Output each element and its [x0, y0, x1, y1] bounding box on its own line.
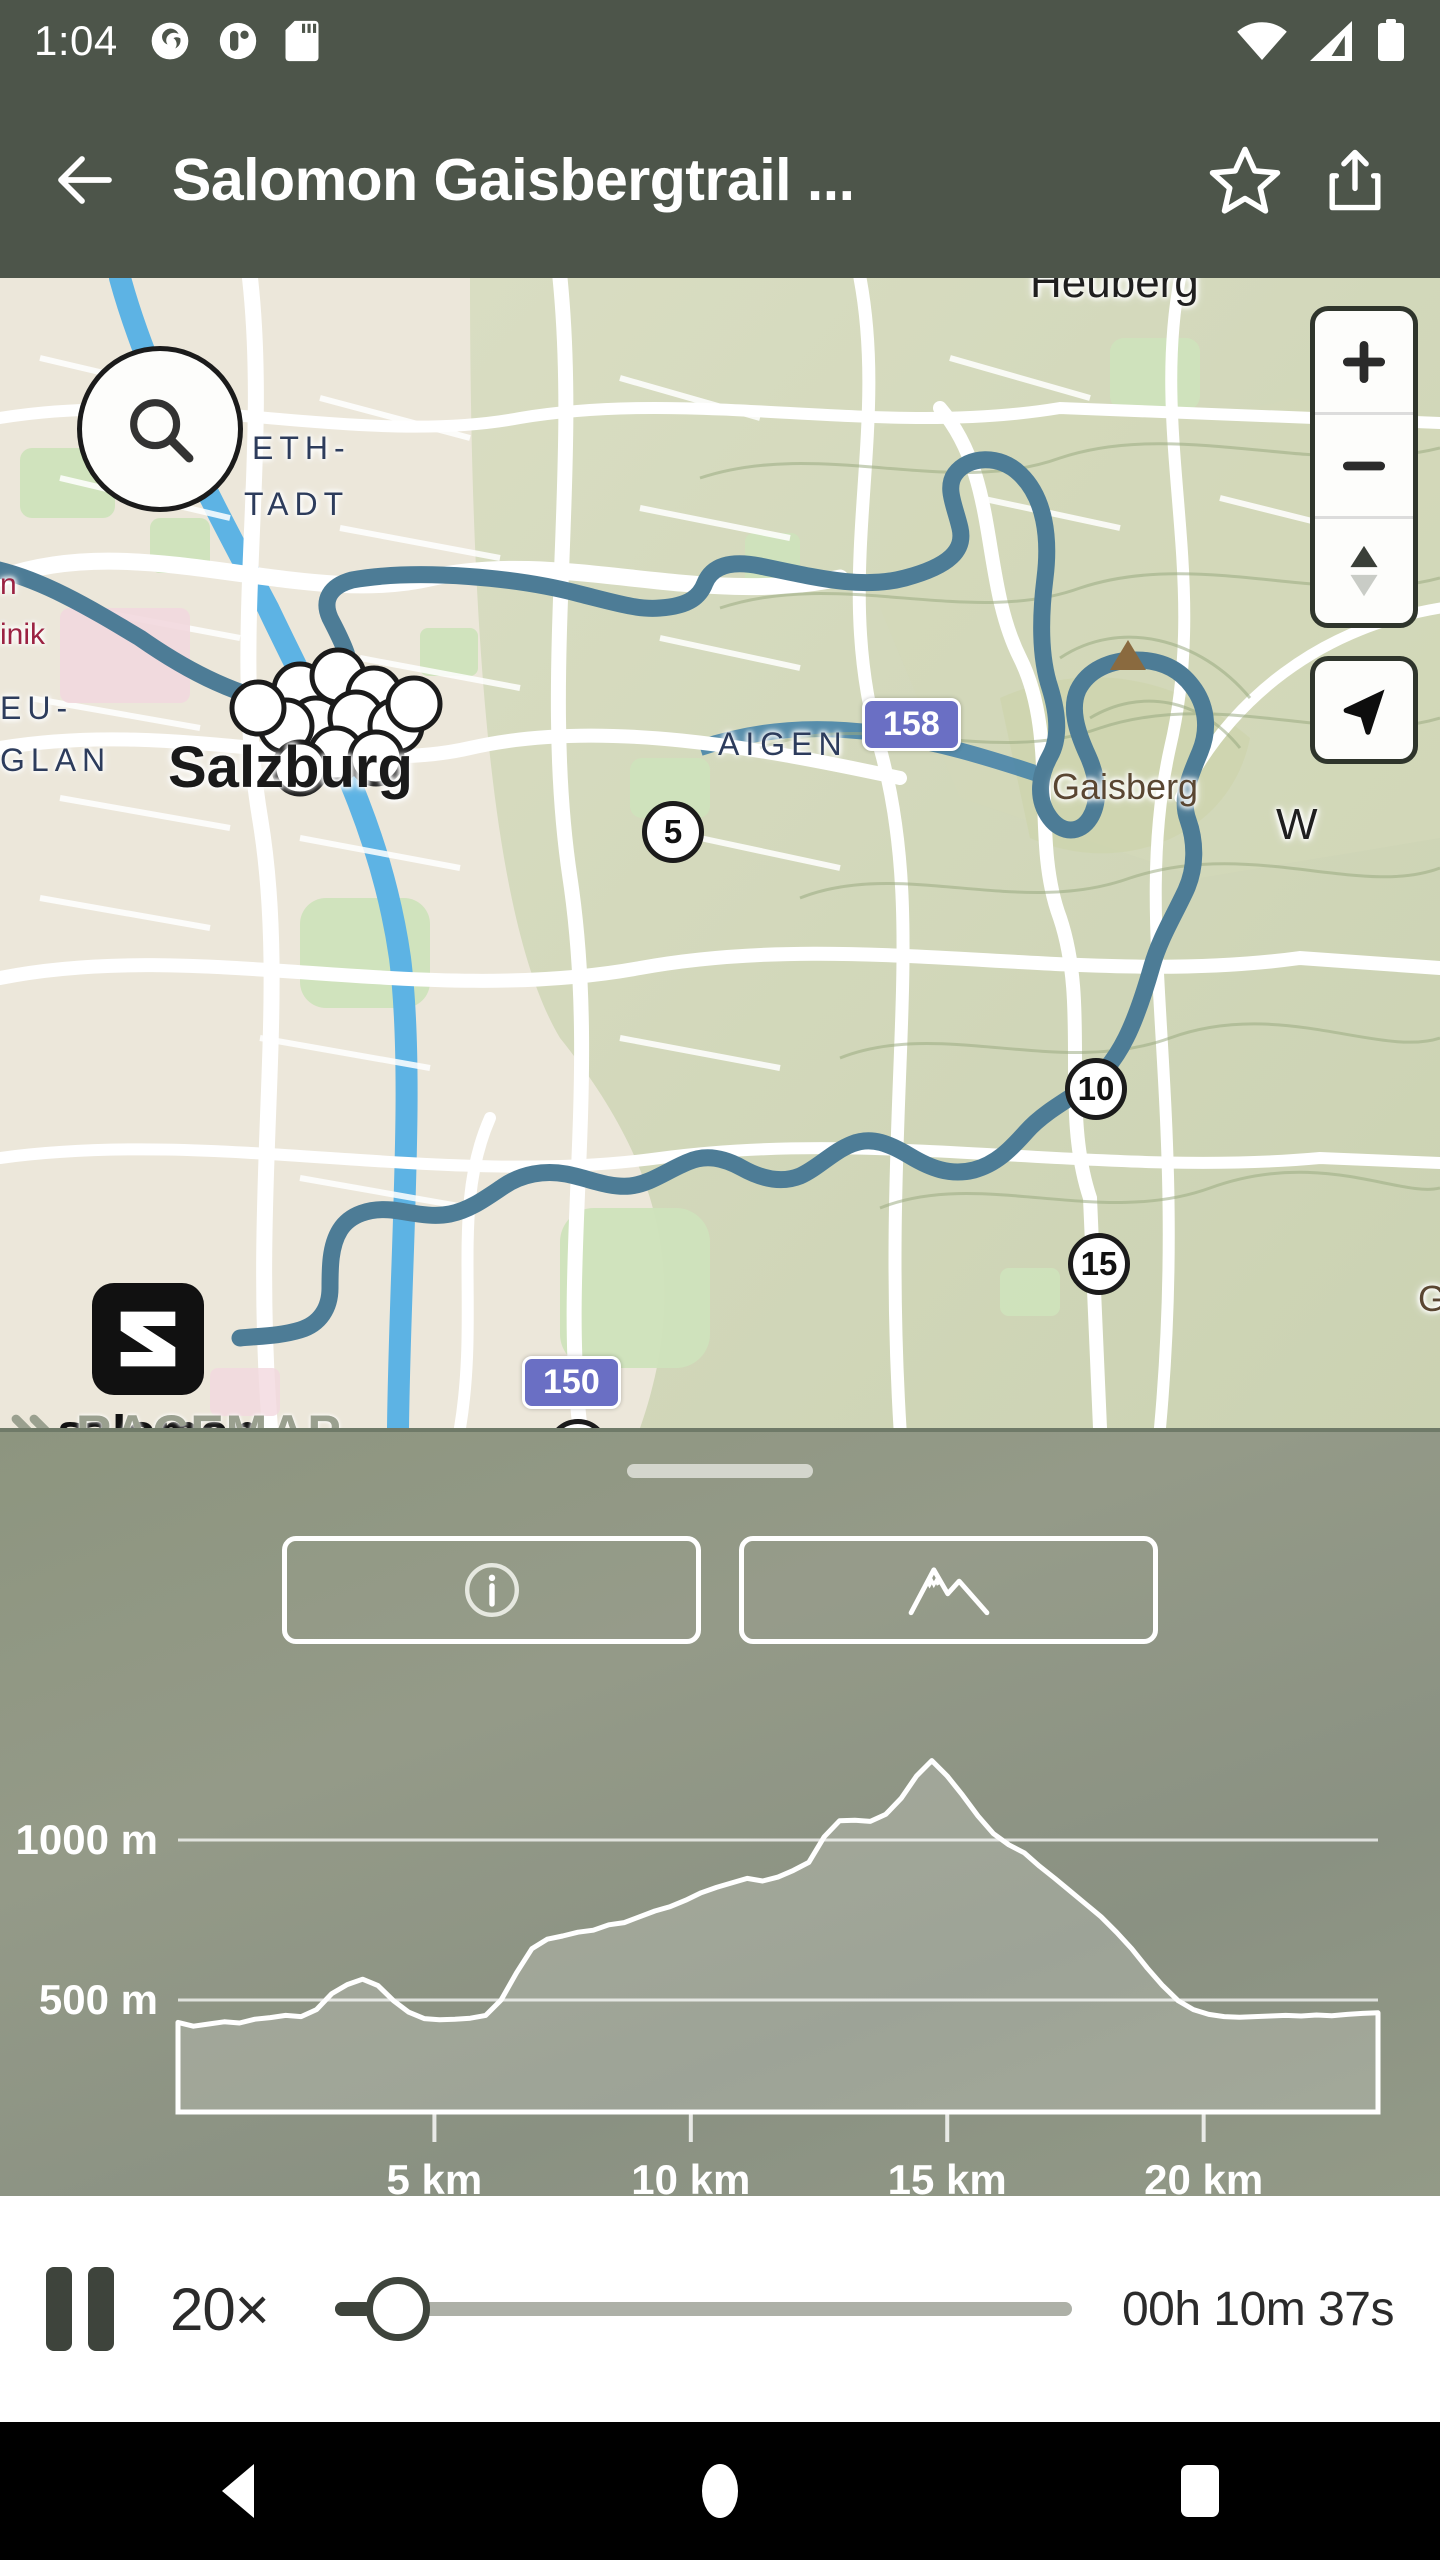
tab-elevation[interactable] — [739, 1536, 1158, 1644]
wifi-icon — [1237, 22, 1287, 60]
playback-slider[interactable] — [334, 2267, 1072, 2351]
map-controls — [1310, 306, 1418, 628]
km-marker-10[interactable]: 10 — [1065, 1058, 1127, 1120]
chart-y-tick-label: 1000 m — [16, 1816, 158, 1863]
android-nav-bar — [0, 2422, 1440, 2560]
slider-thumb[interactable] — [366, 2277, 431, 2341]
status-system-icons — [1236, 19, 1406, 63]
playback-speed-label[interactable]: 20× — [170, 2275, 270, 2344]
chart-y-tick-label: 500 m — [39, 1976, 158, 2023]
chart-x-tick-label: 15 km — [888, 2156, 1007, 2200]
app-root: 1:04 Salomon Gaisbergtrail ... Heuberg E… — [0, 0, 1440, 2560]
notification-app-icon-2 — [219, 22, 256, 60]
share-icon — [1329, 149, 1381, 211]
slider-track — [334, 2302, 1072, 2316]
route-shield-150: 150 — [522, 1356, 621, 1409]
elevation-chart-svg: 500 m 1000 m 5 km 10 km 15 km 20 km — [16, 1758, 1381, 2200]
compass-icon — [1350, 545, 1378, 597]
search-button[interactable] — [77, 346, 243, 512]
notification-app-icon — [151, 22, 189, 60]
racemap-attribution[interactable]: RACEMAP — [10, 1404, 343, 1428]
sd-card-icon — [285, 20, 319, 62]
km-marker-15[interactable]: 15 — [1068, 1233, 1130, 1295]
nav-recents-square-icon — [1181, 2465, 1219, 2517]
chart-x-axis-ticks — [432, 2112, 1206, 2142]
search-icon — [130, 399, 194, 463]
mountains-icon — [908, 1567, 989, 1616]
zoom-in-button[interactable] — [1315, 311, 1413, 415]
drag-handle[interactable] — [627, 1464, 813, 1478]
status-time: 1:04 — [34, 17, 118, 64]
back-arrow-icon — [58, 156, 112, 204]
km-marker-5[interactable]: 5 — [642, 801, 704, 863]
elevation-chart[interactable]: 500 m 1000 m 5 km 10 km 15 km 20 km — [0, 1702, 1440, 2200]
chart-y-axis-labels: 500 m 1000 m — [16, 1816, 158, 2023]
back-button[interactable] — [30, 125, 140, 235]
route-shield-158: 158 — [862, 698, 961, 751]
page-title: Salomon Gaisbergtrail ... — [172, 147, 855, 213]
status-notification-icons — [148, 19, 320, 63]
share-button[interactable] — [1300, 125, 1410, 235]
nav-back-triangle-icon — [222, 2464, 254, 2518]
sheet-tabs — [0, 1536, 1440, 1644]
zoom-out-button[interactable] — [1315, 415, 1413, 519]
tab-info[interactable] — [282, 1536, 701, 1644]
nav-home-circle-icon — [702, 2464, 738, 2518]
chart-area-fill — [178, 1760, 1378, 2112]
battery-icon — [1378, 19, 1404, 61]
chevrons-right-icon — [11, 1414, 50, 1428]
favorite-button[interactable] — [1190, 125, 1300, 235]
plus-icon — [1342, 340, 1386, 383]
chart-x-tick-label: 5 km — [387, 2156, 483, 2200]
star-outline-icon — [1209, 146, 1281, 214]
info-circle-icon — [464, 1563, 519, 1617]
racemap-attribution-label: RACEMAP — [76, 1404, 343, 1428]
locate-button[interactable] — [1310, 656, 1418, 764]
nav-recents-button[interactable] — [1110, 2422, 1290, 2560]
minus-icon — [1342, 461, 1386, 470]
pause-icon-bar-2 — [88, 2267, 114, 2351]
app-bar: Salomon Gaisbergtrail ... — [0, 82, 1440, 278]
nav-back-button[interactable] — [150, 2422, 330, 2560]
salomon-mark-icon — [92, 1283, 204, 1395]
pause-icon — [46, 2267, 72, 2351]
bottom-sheet: 500 m 1000 m 5 km 10 km 15 km 20 km — [0, 1428, 1440, 2200]
map-view[interactable]: Heuberg ETH- TADT n inik EU- GLAN Salzbu… — [0, 278, 1440, 1428]
status-bar: 1:04 — [0, 0, 1440, 82]
chart-x-tick-label: 20 km — [1144, 2156, 1263, 2200]
nav-home-button[interactable] — [630, 2422, 810, 2560]
pause-button[interactable] — [46, 2267, 114, 2351]
chart-x-tick-label: 10 km — [631, 2156, 750, 2200]
locate-arrow-icon — [1343, 689, 1385, 735]
playback-bar: 20× 00h 10m 37s — [0, 2196, 1440, 2422]
elapsed-time-label: 00h 10m 37s — [1121, 2282, 1395, 2336]
chart-x-axis-labels: 5 km 10 km 15 km 20 km — [387, 2156, 1264, 2200]
cellular-signal-icon — [1310, 21, 1352, 61]
compass-button[interactable] — [1315, 519, 1413, 623]
